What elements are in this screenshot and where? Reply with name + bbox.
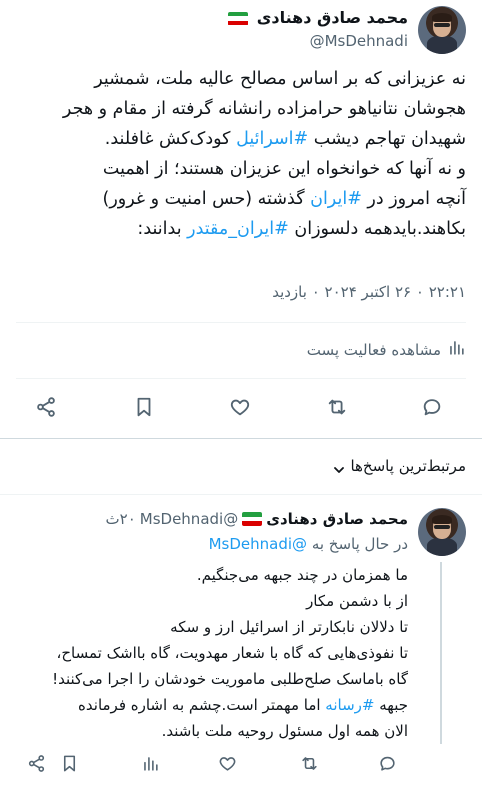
tweet-line: بکاهند.بایدهمه دلسوزان #ایران_مقتدر بدان… [137, 219, 466, 239]
reply-author-handle[interactable]: @MsDehnadi [140, 510, 238, 528]
retweet-button[interactable] [326, 396, 348, 422]
author-name-row[interactable]: محمد صادق دهنادی [227, 8, 408, 30]
reply-bookmark-button[interactable] [60, 754, 79, 777]
share-button[interactable] [35, 396, 57, 422]
tweet-line: آنچه امروز در #ایران گذشته (حس امنیت و غ… [102, 189, 467, 209]
divider [16, 322, 466, 323]
reply-views-button[interactable] [141, 754, 160, 777]
retweet-icon [302, 757, 317, 770]
reply-time[interactable]: ۲۰ث [106, 510, 136, 528]
reply-icon [423, 399, 441, 416]
replying-to-label: در حال پاسخ به [311, 535, 408, 553]
reply-author-name[interactable]: محمد صادق دهنادی [266, 510, 408, 528]
like-button[interactable] [229, 396, 251, 422]
share-icon [37, 397, 55, 417]
reply-icon [380, 756, 395, 771]
tweet-timestamp[interactable]: ۲۲:۲۱ ۰ ۲۶ اکتبر ۲۰۲۴ ۰ بازدید [272, 283, 466, 301]
reply-button[interactable] [421, 396, 443, 422]
replying-to-handle[interactable]: @MsDehnadi [209, 535, 307, 553]
tweet-text: نه عزیزانی که بر اساس مصالح عالیه ملت، ش… [10, 64, 466, 244]
reply-line: ما همزمان در چند جبهه می‌جنگیم. [196, 566, 408, 584]
hashtag-link[interactable]: #ایران [310, 189, 362, 209]
view-activity-link[interactable]: مشاهده فعالیت پست [307, 338, 466, 361]
analytics-icon [447, 338, 466, 361]
reply-line: تا دلالان نابکارتر از اسرائیل ارز و سکه [170, 618, 408, 636]
bookmark-button[interactable] [133, 396, 155, 422]
replies-sort-dropdown[interactable]: مرتبط‌ترین پاسخ‌ها [334, 457, 466, 475]
author-handle[interactable]: @MsDehnadi [310, 32, 408, 50]
reply-text: ما همزمان در چند جبهه می‌جنگیم. از با دش… [8, 562, 408, 744]
author-name[interactable]: محمد صادق دهنادی [257, 8, 408, 27]
reply-line: الان همه اول مسئول روحیه ملت باشند. [161, 722, 408, 740]
reply-reply-button[interactable] [378, 754, 397, 777]
divider [16, 378, 466, 379]
hashtag-link[interactable]: #رسانه [325, 696, 374, 714]
divider [0, 494, 482, 495]
heart-icon [230, 399, 250, 416]
tweet-line: هجوشان نتانیاهو حرامزاده رانشانه گرفته ا… [62, 99, 466, 119]
tweet-line: شهیدان تهاجم دیشب #اسرائیل کودک‌کش غافلن… [104, 129, 466, 149]
reply-retweet-button[interactable] [300, 754, 319, 777]
retweet-icon [328, 399, 346, 415]
reply-share-button[interactable] [27, 754, 46, 777]
view-activity-label: مشاهده فعالیت پست [306, 340, 441, 359]
reply-line: تا نفوذی‌هایی که گاه با شعار مهدویت، گاه… [56, 644, 408, 662]
tweet-line: و نه آنها که خوانخواه این عزیزان هستند؛ … [102, 159, 466, 179]
thread-line [440, 562, 442, 744]
reply-like-button[interactable] [218, 754, 237, 777]
iran-flag-icon [242, 512, 263, 526]
reply-header: محمد صادق دهنادی @MsDehnadi ۲۰ث [106, 510, 408, 528]
section-divider [0, 438, 482, 439]
analytics-icon [144, 757, 158, 771]
reply-line: از با دشمن مکار [306, 592, 408, 610]
share-icon [28, 755, 45, 772]
hashtag-link[interactable]: #ایران_مقتدر [187, 219, 289, 239]
bookmark-icon [137, 397, 151, 417]
reply-line: گاه باماسک صلح‌طلبی ماموریت خودشان را اج… [52, 670, 408, 688]
tweet-line: نه عزیزانی که بر اساس مصالح عالیه ملت، ش… [94, 69, 466, 89]
iran-flag-icon [227, 11, 248, 26]
chevron-down-icon [334, 461, 345, 473]
reply-line: جبهه #رسانه اما مهمتر است.چشم به اشاره ف… [78, 696, 408, 714]
reply-author-avatar[interactable] [418, 508, 466, 556]
hashtag-link[interactable]: #اسرائیل [236, 129, 308, 149]
replying-to: در حال پاسخ به @MsDehnadi [209, 535, 408, 553]
replies-sort-label: مرتبط‌ترین پاسخ‌ها [350, 457, 466, 475]
author-avatar[interactable] [418, 6, 466, 54]
bookmark-icon [63, 755, 76, 772]
heart-icon [219, 757, 236, 771]
